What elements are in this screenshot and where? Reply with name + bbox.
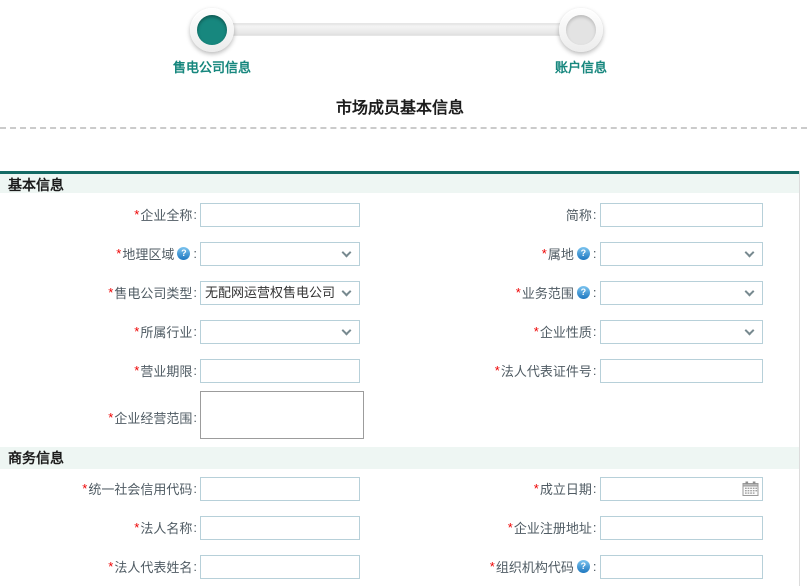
required-mark: * bbox=[108, 285, 113, 300]
required-mark: * bbox=[516, 285, 521, 300]
field-label-territory: *属地?: bbox=[400, 244, 597, 263]
chevron-down-icon bbox=[342, 325, 352, 335]
field-label-legal-rep-id: *法人代表证件号: bbox=[400, 361, 597, 380]
stepper-track bbox=[222, 23, 574, 36]
section-header-commerce-info: 商务信息 bbox=[0, 447, 799, 469]
field-label-short-name: 简称: bbox=[400, 205, 597, 224]
field-label-org-code: *组织机构代码?: bbox=[400, 557, 597, 576]
territory-select[interactable] bbox=[600, 242, 763, 266]
business-range-textarea[interactable] bbox=[200, 391, 364, 439]
field-label-legal-rep-name: *法人代表姓名: bbox=[0, 557, 197, 576]
required-mark: * bbox=[508, 520, 513, 535]
form-row: *法人名称: *企业注册地址: bbox=[0, 508, 799, 547]
required-mark: * bbox=[134, 207, 139, 222]
business-scope-select[interactable] bbox=[600, 281, 763, 305]
section-commerce-info-rows: *统一社会信用代码: *成立日期: bbox=[0, 469, 799, 586]
field-label-establish-date: *成立日期: bbox=[400, 479, 597, 498]
form-row: *所属行业: *企业性质: bbox=[0, 312, 799, 351]
chevron-down-icon bbox=[342, 247, 352, 257]
field-label-business-term: *营业期限: bbox=[0, 361, 197, 380]
step-upcoming-dot bbox=[566, 15, 596, 45]
dashed-divider bbox=[0, 127, 807, 129]
short-name-input[interactable] bbox=[600, 203, 763, 227]
chevron-down-icon bbox=[744, 286, 754, 296]
field-label-company-type: *售电公司类型: bbox=[0, 283, 197, 302]
industry-select[interactable] bbox=[200, 320, 360, 344]
form-row: *企业经营范围: bbox=[0, 390, 799, 444]
legal-name-input[interactable] bbox=[200, 516, 360, 540]
field-label-business-range: *企业经营范围: bbox=[0, 408, 197, 427]
required-mark: * bbox=[534, 324, 539, 339]
help-icon[interactable]: ? bbox=[577, 286, 590, 299]
field-label-enterprise-nature: *企业性质: bbox=[400, 322, 597, 341]
required-mark: * bbox=[534, 481, 539, 496]
legal-rep-name-input[interactable] bbox=[200, 555, 360, 579]
form-row: *法人代表姓名: *组织机构代码?: bbox=[0, 547, 799, 586]
form-row: *地理区域?: *属地?: bbox=[0, 234, 799, 273]
section-header-basic-info: 基本信息 bbox=[0, 171, 799, 193]
geo-region-select[interactable] bbox=[200, 242, 360, 266]
required-mark: * bbox=[108, 559, 113, 574]
required-mark: * bbox=[134, 324, 139, 339]
field-label-industry: *所属行业: bbox=[0, 322, 197, 341]
required-mark: * bbox=[108, 410, 113, 425]
step-label-company-info: 售电公司信息 bbox=[132, 57, 292, 76]
legal-rep-id-input[interactable] bbox=[600, 359, 763, 383]
field-label-company-full-name: *企业全称: bbox=[0, 205, 197, 224]
step-label-account-info: 账户信息 bbox=[501, 57, 661, 76]
register-address-input[interactable] bbox=[600, 516, 763, 540]
field-label-register-address: *企业注册地址: bbox=[400, 518, 597, 537]
form-row: *售电公司类型: 无配网运营权售电公司 *业务范围?: bbox=[0, 273, 799, 312]
section-basic-info-rows: *企业全称: 简称: *地理区域?: bbox=[0, 193, 799, 444]
establish-date-input[interactable] bbox=[600, 477, 763, 501]
chevron-down-icon bbox=[744, 325, 754, 335]
field-label-business-scope: *业务范围?: bbox=[400, 283, 597, 302]
step-node-company-info[interactable] bbox=[190, 8, 234, 52]
field-label-legal-name: *法人名称: bbox=[0, 518, 197, 537]
required-mark: * bbox=[134, 520, 139, 535]
required-mark: * bbox=[82, 481, 87, 496]
step-node-account-info[interactable] bbox=[559, 8, 603, 52]
calendar-icon[interactable] bbox=[742, 481, 759, 496]
required-mark: * bbox=[134, 363, 139, 378]
required-mark: * bbox=[116, 246, 121, 261]
required-mark: * bbox=[490, 559, 495, 574]
form-row: *企业全称: 简称: bbox=[0, 195, 799, 234]
field-label-geo-region: *地理区域?: bbox=[0, 244, 197, 263]
required-mark: * bbox=[542, 246, 547, 261]
credit-code-input[interactable] bbox=[200, 477, 360, 501]
field-label-credit-code: *统一社会信用代码: bbox=[0, 479, 197, 498]
help-icon[interactable]: ? bbox=[577, 560, 590, 573]
business-term-input[interactable] bbox=[200, 359, 360, 383]
help-icon[interactable]: ? bbox=[577, 247, 590, 260]
form-row: *营业期限: *法人代表证件号: bbox=[0, 351, 799, 390]
step-active-dot bbox=[197, 15, 227, 45]
chevron-down-icon bbox=[744, 247, 754, 257]
company-full-name-input[interactable] bbox=[200, 203, 360, 227]
required-mark: * bbox=[495, 363, 500, 378]
company-type-select[interactable]: 无配网运营权售电公司 bbox=[200, 281, 360, 305]
page-title: 市场成员基本信息 bbox=[0, 99, 800, 118]
form-panel: 基本信息 *企业全称: 简称: *地理区域?: bbox=[0, 171, 800, 586]
org-code-input[interactable] bbox=[600, 555, 763, 579]
help-icon[interactable]: ? bbox=[177, 247, 190, 260]
form-row: *统一社会信用代码: *成立日期: bbox=[0, 469, 799, 508]
wizard-stepper: 售电公司信息 账户信息 bbox=[0, 0, 807, 79]
enterprise-nature-select[interactable] bbox=[600, 320, 763, 344]
